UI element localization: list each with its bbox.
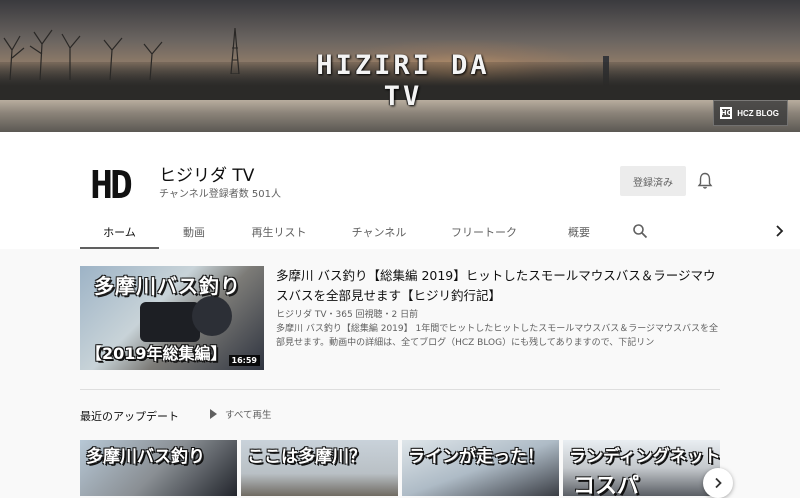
thumbnail-caption: 【2019年総集編】 xyxy=(86,344,227,363)
thumbnail-caption: ここは多摩川？ xyxy=(247,447,366,467)
chevron-right-icon[interactable] xyxy=(770,222,788,240)
tab-about[interactable]: 概要 xyxy=(539,214,619,249)
bell-icon[interactable] xyxy=(697,172,713,190)
uploads-row: 多摩川バス釣り ここは多摩川？ ラインが走った！ ランディングネット コスパ xyxy=(80,440,720,496)
tab-playlists[interactable]: 再生リスト xyxy=(229,214,329,249)
channel-name: ヒジリダ TV xyxy=(159,166,255,186)
search-icon[interactable] xyxy=(632,223,648,239)
tab-home[interactable]: ホーム xyxy=(80,214,159,249)
tab-label: 動画 xyxy=(183,225,205,239)
play-all-label: すべて再生 xyxy=(225,410,272,421)
featured-video-description: 多摩川 バス釣り【総集編 2019】 1年間でヒットしたヒットしたスモールマウス… xyxy=(276,324,719,348)
featured-video-thumbnail[interactable]: 多摩川バス釣り 【2019年総集編】 16:59 xyxy=(80,266,264,370)
tab-label: 再生リスト xyxy=(251,225,307,239)
video-thumbnail[interactable]: 多摩川バス釣り xyxy=(80,440,237,496)
subscriber-count: チャンネル登録者数 501人 xyxy=(159,189,281,200)
tab-videos[interactable]: 動画 xyxy=(159,214,229,249)
channel-avatar[interactable]: HD xyxy=(80,155,140,215)
featured-video-meta: ヒジリダ TV・365 回視聴・2 日前 xyxy=(276,310,419,320)
channel-tabs: ホーム 動画 再生リスト チャンネル フリートーク 概要 xyxy=(80,214,619,249)
play-all-button[interactable]: すべて再生 xyxy=(210,407,271,421)
row-next-button[interactable] xyxy=(703,468,733,498)
tab-label: 概要 xyxy=(568,225,590,239)
channel-banner: HIZIRI DA TV HC HCZ BLOG xyxy=(0,0,800,132)
banner-link-hcz-blog[interactable]: HC HCZ BLOG xyxy=(713,100,788,126)
section-title[interactable]: 最近のアップデート xyxy=(80,408,179,424)
video-thumbnail[interactable]: ラインが走った！ xyxy=(402,440,559,496)
thumbnail-caption: ランディングネット xyxy=(569,447,720,467)
tab-channels[interactable]: チャンネル xyxy=(329,214,429,249)
tab-label: ホーム xyxy=(103,225,136,239)
avatar-logo: HD xyxy=(90,163,133,207)
video-duration: 16:59 xyxy=(228,355,260,366)
section-divider xyxy=(80,389,720,390)
thumbnail-caption: 多摩川バス釣り xyxy=(86,447,205,467)
thumbnail-caption: コスパ xyxy=(573,474,640,496)
tab-label: フリートーク xyxy=(451,225,517,239)
play-icon xyxy=(210,409,217,419)
tab-label: チャンネル xyxy=(351,225,407,239)
thumbnail-caption: ラインが走った！ xyxy=(408,447,544,467)
fishing-reel-spool-graphic xyxy=(192,296,232,336)
banner-title: HIZIRI DA TV xyxy=(316,50,490,112)
thumbnail-caption: 多摩川バス釣り xyxy=(94,274,241,298)
banner-link-label: HCZ BLOG xyxy=(737,108,779,118)
blog-logo-icon: HC xyxy=(720,107,733,119)
subscribed-button[interactable]: 登録済み xyxy=(620,166,686,196)
video-thumbnail[interactable]: ここは多摩川？ xyxy=(241,440,398,496)
chevron-right-icon xyxy=(715,477,722,489)
fishing-reel-graphic xyxy=(140,302,200,342)
tab-free-talk[interactable]: フリートーク xyxy=(429,214,539,249)
featured-video-title[interactable]: 多摩川 バス釣り【総集編 2019】ヒットしたスモールマウスバス＆ラージマウスバ… xyxy=(276,266,716,306)
video-thumbnail[interactable]: ランディングネット コスパ xyxy=(563,440,720,496)
